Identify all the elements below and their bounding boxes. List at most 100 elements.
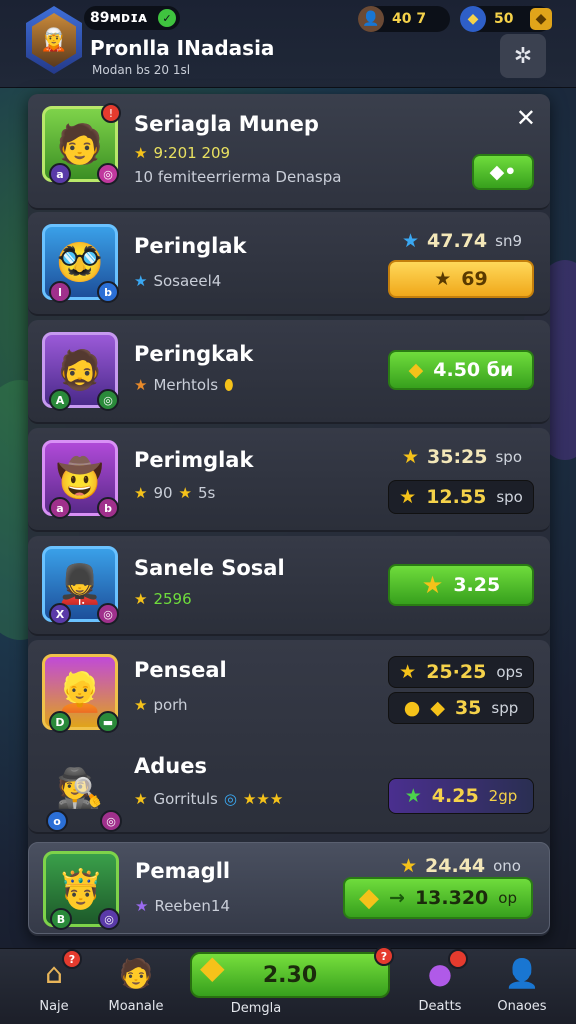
row-action-button[interactable]: ● ◆ 35 spp [388, 692, 534, 724]
class-badge-icon: b [97, 281, 119, 303]
row-sub-value: Gorrituls [153, 790, 218, 808]
leaf-icon: ◆• [489, 161, 517, 183]
star-icon: ★ [134, 484, 148, 502]
hero-portrait-icon: 👱 [56, 669, 104, 714]
row-title: Peringkak [134, 342, 254, 366]
hero-portrait-icon: 🤴 [57, 866, 105, 911]
star-icon: ★ [401, 230, 420, 252]
coin-icon: ● [403, 697, 421, 719]
star-icon: ★★★ [242, 790, 284, 808]
hero-portrait-icon: 💂 [56, 561, 104, 606]
player-avatar[interactable]: 🧝 [26, 6, 82, 74]
resource-pill-b[interactable]: ◆ 50 ◆ [460, 6, 552, 32]
row-value: ★ 47.74 sn9 [402, 230, 522, 252]
row-portrait: 🕵 o ◎ [42, 750, 122, 832]
row-subtitle: ★ 90 ★ 5s [134, 484, 215, 502]
class-badge-icon: b [97, 497, 119, 519]
button-label: 4.50 би [433, 359, 514, 381]
row-sub-value: porh [153, 696, 188, 714]
hero-portrait-icon: 🕵 [56, 765, 104, 810]
list-row[interactable]: 🥸 l b Peringlak ★ Sosaeel4 ★ 47.74 sn9 ★… [28, 212, 550, 316]
row-title: Peringlak [134, 234, 247, 258]
featured-row[interactable]: 🧑 a ◎ ! Seriagla Munep ★ 9:201 209 10 fe… [28, 94, 550, 210]
class-badge-icon: ◎ [100, 810, 122, 832]
row-sub-value: Reeben14 [154, 897, 231, 915]
list-row[interactable]: 🤠 a b Perimglak ★ 90 ★ 5s ★ 35:25 spo ★ … [28, 428, 550, 532]
row-sub-value: Sosaeel4 [153, 272, 222, 290]
player-name: Pronlla INadasia [90, 36, 275, 60]
gold-gem-icon: ◆ [359, 883, 380, 913]
arrow-right-icon: → [389, 887, 405, 909]
row-portrait: 💂 X ◎ [42, 546, 119, 625]
row-action-button[interactable]: ★ 4.25 2gp [388, 778, 534, 814]
row-sub-value: 2596 [153, 590, 192, 608]
star-icon: ★ [401, 446, 419, 468]
row-action-button[interactable]: ★ 12.55 spo [388, 480, 534, 514]
rank-badge-icon: A [49, 389, 71, 411]
hero-portrait-icon: 🧔 [56, 347, 104, 392]
hero-face-icon: 👤 [358, 6, 384, 32]
row-action-button[interactable]: ★ 3.25 [388, 564, 534, 606]
list-row[interactable]: 🧔 A ◎ Peringkak ★ Merhtols ⬮ ◆ 4.50 би [28, 320, 550, 424]
rank-badge-icon: D [49, 711, 71, 733]
row-value: ★ 35:25 spo [402, 446, 522, 468]
list-row[interactable]: 🤴 B ◎ Pemagll ★ Reeben14 ★ 24.44 ono ◆ →… [28, 842, 550, 934]
featured-portrait: 🧑 a ◎ ! [42, 103, 121, 185]
row-action-button[interactable]: ◆ 4.50 би [388, 350, 534, 390]
star-icon: ★ [399, 486, 417, 508]
featured-action-button[interactable]: ◆• [472, 154, 534, 190]
star-icon: ★ [421, 571, 444, 599]
row-subtitle: ★ 2596 [134, 590, 192, 608]
star-icon: ★ [404, 785, 422, 807]
row-title: Pemagll [135, 859, 231, 883]
nav-orb[interactable]: ● Deatts [400, 949, 480, 1021]
profile-icon: 👤 [504, 956, 540, 990]
nav-home[interactable]: ⌂? Naje [14, 949, 94, 1021]
rank-badge-icon: B [50, 908, 72, 930]
level-label: 89ᴍᴅɪᴀ [90, 10, 148, 26]
star-icon: ★ [134, 144, 148, 162]
gem-icon: ◆ [460, 6, 486, 32]
row-title: Adues [134, 754, 207, 778]
row-action-button[interactable]: ★ 69 [388, 260, 534, 298]
list-row[interactable]: 👱 D ▬ Penseal ★ porh ★ 25·25 ops ● ◆ 35 … [28, 640, 550, 834]
nav-heroes[interactable]: 🧑 Moanale [96, 953, 176, 1021]
nav-main-label: Demgla [230, 1001, 282, 1016]
resource-b-value: 50 [494, 11, 514, 27]
row-portrait: 👱 D ▬ [42, 654, 119, 733]
featured-title: Seriagla Munep [134, 112, 319, 136]
rank-badge-icon: a [49, 163, 71, 185]
row-value-unit: ono [493, 857, 521, 875]
class-badge-icon: ◎ [97, 389, 119, 411]
row-subtitle: ★ Merhtols ⬮ [134, 376, 234, 394]
nav-home-label: Naje [39, 999, 69, 1014]
row-value-unit: ops [496, 663, 523, 681]
resource-a-value: 40 7 [392, 11, 427, 27]
settings-button[interactable]: ✲ [500, 34, 546, 78]
button-label: 13.320 [414, 887, 489, 909]
row-action-button[interactable]: ◆ → 13.320 op [343, 877, 533, 919]
class-badge-icon: ▬ [97, 711, 119, 733]
gold-gem-icon: ◆ [408, 359, 424, 381]
gold-gem-icon: ◆ [430, 697, 445, 719]
close-icon[interactable]: ✕ [516, 104, 536, 132]
row-portrait: 🤴 B ◎ [43, 851, 120, 930]
row-title: Penseal [134, 658, 227, 682]
leaderboard-panel: 🧑 a ◎ ! Seriagla Munep ★ 9:201 209 10 fe… [28, 94, 550, 936]
nav-profile[interactable]: 👤 Onaoes [482, 953, 562, 1021]
notification-badge: ? [374, 946, 394, 966]
star-icon: ★ [135, 897, 149, 915]
rank-badge-icon: X [49, 603, 71, 625]
list-row[interactable]: 💂 X ◎ Sanele Sosal ★ 2596 ★ 3.25 [28, 536, 550, 636]
nav-main[interactable]: Demgla [231, 1001, 328, 1024]
button-label: 69 [461, 268, 488, 290]
resource-pill-a[interactable]: 👤 40 7 [358, 6, 450, 32]
hero-portrait-icon: 🥸 [56, 239, 104, 284]
row-value-number: 47.74 [427, 230, 488, 252]
button-label: 3.25 [453, 574, 501, 596]
button-unit: 2gp [488, 787, 518, 805]
star-icon: ★ [399, 855, 418, 877]
main-currency-button[interactable]: ◆ 2.30 ? [190, 946, 394, 998]
home-icon: ⌂? [34, 949, 82, 993]
class-badge-icon: ◎ [97, 603, 119, 625]
